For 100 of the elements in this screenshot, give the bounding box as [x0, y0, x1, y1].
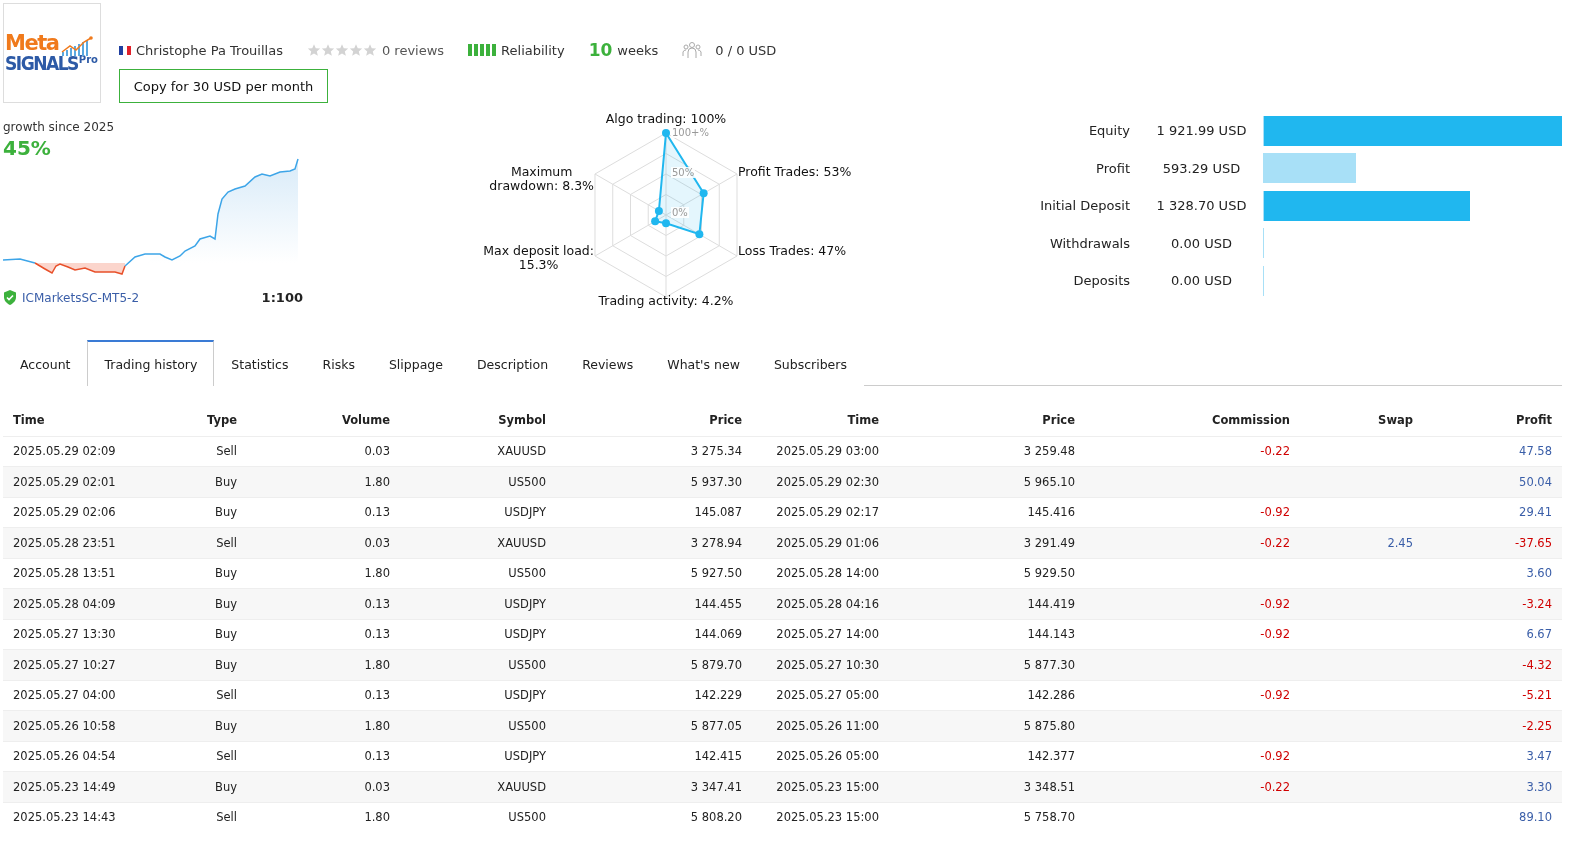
radar-tick-label: 0%: [671, 207, 689, 218]
balance-label: Withdrawals: [1048, 235, 1130, 251]
tab[interactable]: Trading history: [87, 340, 215, 386]
table-cell-text: Sell: [215, 749, 237, 764]
table-cell-text: 5 965.10: [1022, 474, 1075, 489]
star-icon: [362, 43, 377, 57]
table-cell-text: 5 808.20: [689, 810, 742, 825]
table-cell-text: US500: [507, 810, 546, 825]
column-header: Volume: [340, 413, 390, 428]
balance-value: 1 328.70 USD: [1155, 198, 1248, 214]
table-cell-text: 2025.05.26 04:54: [12, 749, 117, 764]
table-cell-text: 89.10: [1518, 810, 1552, 825]
radar-axis-label: Max deposit load: 15.3%: [483, 244, 594, 272]
table-cell-text: 3.47: [1525, 749, 1552, 764]
radar-tick-label: 50%: [671, 167, 696, 178]
table-cell-text: USDJPY: [503, 627, 546, 642]
radar-axis-label: Maximum drawdown: 8.3%: [489, 165, 594, 193]
table-cell-text: 2025.05.27 10:30: [775, 657, 879, 672]
reviews-count: 0 reviews: [381, 42, 445, 58]
table-cell-text: 144.419: [1026, 596, 1075, 611]
table-cell-text: 2025.05.29 02:01: [12, 474, 117, 489]
table-cell-text: -5.21: [1521, 688, 1552, 703]
table-cell-text: USDJPY: [503, 596, 546, 611]
table-cell-text: 0.13: [363, 505, 390, 520]
balance-value: 1 921.99 USD: [1155, 123, 1248, 139]
column-header: Profit: [1514, 413, 1552, 428]
balance-value: 593.29 USD: [1161, 160, 1242, 176]
table-cell-text: 2025.05.23 14:49: [12, 779, 117, 794]
table-cell-text: 5 758.70: [1022, 810, 1075, 825]
table-cell-text: -0.22: [1259, 444, 1290, 459]
table-cell-text: Buy: [214, 505, 237, 520]
leverage: 1:100: [261, 290, 303, 305]
subscribers-funds: 0 / 0 USD: [715, 42, 777, 58]
table-cell-text: -0.92: [1259, 627, 1290, 642]
table-cell-text: 142.415: [693, 749, 742, 764]
table-cell-text: 144.143: [1026, 627, 1075, 642]
star-icon: [348, 43, 363, 57]
table-cell-text: -2.25: [1521, 718, 1552, 733]
balance-label: Profit: [1095, 160, 1130, 176]
table-cell-text: -0.22: [1259, 535, 1290, 550]
table-cell-text: Buy: [214, 474, 237, 489]
table-cell-text: 2025.05.28 04:16: [775, 596, 879, 611]
table-cell-text: 5 877.30: [1022, 657, 1075, 672]
table-cell-text: 2025.05.29 02:06: [12, 505, 117, 520]
table-cell-text: 2025.05.27 13:30: [12, 627, 117, 642]
column-header: Time: [12, 413, 46, 428]
table-cell-text: -0.22: [1259, 779, 1290, 794]
table-cell-text: 2025.05.23 14:43: [12, 810, 117, 825]
shield-check-icon: [3, 290, 17, 305]
table-cell-text: -0.92: [1259, 749, 1290, 764]
table-cell-text: 2025.05.26 10:58: [12, 718, 117, 733]
radar-axis-label: Loss Trades: 47%: [738, 244, 847, 258]
table-cell-text: XAUUSD: [496, 444, 546, 459]
table-cell-text: 0.13: [363, 596, 390, 611]
table-cell-text: 3.30: [1525, 779, 1552, 794]
table-cell-text: 0.03: [363, 535, 390, 550]
balance-value: 0.00 USD: [1170, 235, 1233, 251]
table-cell-text: 3 278.94: [689, 535, 742, 550]
table-cell-text: 0.13: [363, 627, 390, 642]
table-cell-text: 2025.05.26 11:00: [775, 718, 879, 733]
table-cell-text: 2025.05.29 02:09: [12, 444, 117, 459]
table-cell-text: 1.80: [363, 718, 390, 733]
table-cell-text: 5 937.30: [689, 474, 742, 489]
table-cell-text: Buy: [214, 779, 237, 794]
table-cell-text: 50.04: [1518, 474, 1552, 489]
table-cell-text: 3.60: [1525, 566, 1552, 581]
table-cell-text: 2025.05.23 15:00: [775, 810, 879, 825]
star-icon: [334, 43, 349, 57]
table-cell-text: Sell: [215, 810, 237, 825]
author-name: Christophe Pa Trouillas: [136, 42, 283, 58]
copy-button[interactable]: Copy for 30 USD per month: [119, 69, 328, 103]
table-cell-text: Sell: [215, 688, 237, 703]
table-cell-text: 3 275.34: [689, 444, 742, 459]
table-cell-text: 2025.05.23 15:00: [775, 779, 879, 794]
weeks-count: 10: [588, 40, 613, 60]
growth-caption: growth since 2025: [3, 120, 116, 134]
table-cell-text: 144.069: [693, 627, 742, 642]
balance-label: Initial Deposit: [1039, 198, 1130, 214]
reliability-label: Reliability: [501, 42, 565, 58]
table-cell-text: 29.41: [1518, 505, 1552, 520]
column-header: Symbol: [497, 413, 546, 428]
table-cell-text: 2025.05.26 05:00: [775, 749, 879, 764]
star-icon: [306, 43, 321, 57]
table-cell-text: USDJPY: [503, 688, 546, 703]
table-cell-text: 2025.05.28 14:00: [775, 566, 879, 581]
table-cell-text: -37.65: [1513, 535, 1552, 550]
table-cell-text: XAUUSD: [496, 779, 546, 794]
table-cell-text: 2025.05.29 03:00: [775, 444, 879, 459]
table-cell-text: 2025.05.29 02:17: [775, 505, 879, 520]
table-cell-text: Buy: [214, 657, 237, 672]
column-header: Price: [708, 413, 742, 428]
table-cell-text: 145.416: [1026, 505, 1075, 520]
table-cell-text: 2025.05.27 05:00: [775, 688, 879, 703]
table-cell-text: 0.03: [363, 779, 390, 794]
server-link[interactable]: ICMarketsSC-MT5-2: [22, 290, 140, 305]
table-cell-text: -3.24: [1521, 596, 1552, 611]
table-cell-text: 2025.05.27 04:00: [12, 688, 117, 703]
table-cell-text: Sell: [215, 444, 237, 459]
table-cell-text: -0.92: [1259, 596, 1290, 611]
balance-value: 0.00 USD: [1170, 273, 1233, 289]
